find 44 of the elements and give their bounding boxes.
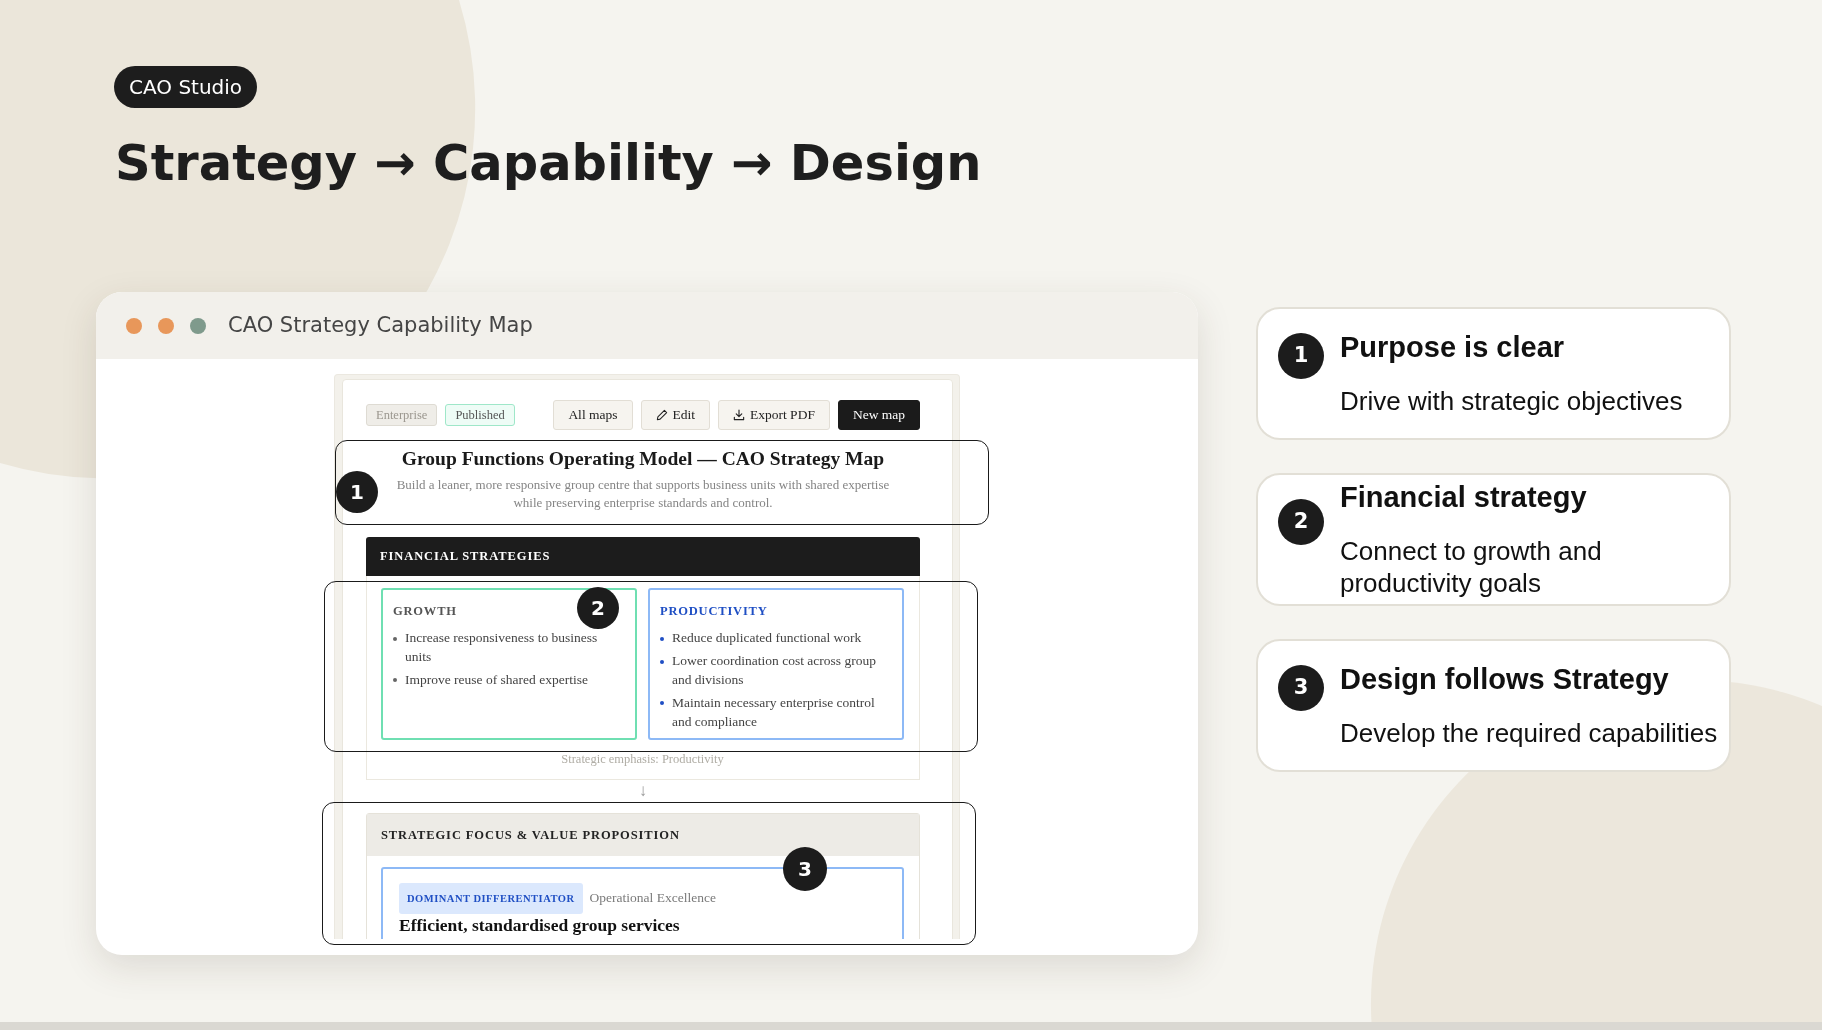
discipline-label: Operational Excellence — [589, 889, 716, 908]
step-number: 3 — [1278, 665, 1324, 711]
strategy-title: GROWTH — [393, 603, 457, 620]
step-number: 1 — [1278, 333, 1324, 379]
proposition-title: Efficient, standardised group services — [399, 916, 680, 935]
window-control-icon[interactable] — [126, 317, 142, 334]
emphasis-caption: Strategic emphasis: Productivity — [561, 751, 724, 768]
export-button[interactable]: Export PDF — [718, 400, 830, 430]
new-map-button[interactable]: New map — [837, 400, 920, 430]
objective-text: Lower coordination cost across group and divisions — [672, 652, 877, 689]
objective-text: Increase responsiveness to business units — [405, 629, 599, 666]
bullet-icon — [660, 701, 664, 706]
objective-text: Reduce duplicated functional work — [672, 629, 862, 647]
section-header: STRATEGIC FOCUS & VALUE PROPOSITION — [367, 814, 919, 856]
callout-title: Financial strategy — [1340, 480, 1587, 514]
bullet-icon — [660, 659, 664, 664]
edit-button[interactable]: Edit — [640, 400, 710, 430]
callout-text: Drive with strategic objectives — [1340, 385, 1683, 417]
page-title: Strategy → Capability → Design — [115, 134, 982, 193]
window-control-icon[interactable] — [190, 317, 206, 334]
window-title: CAO Strategy Capability Map — [228, 311, 533, 339]
objective-text: Maintain necessary enterprise control and compliance — [672, 693, 876, 731]
all-maps-button[interactable]: All maps — [553, 400, 633, 430]
brand-tag: CAO Studio — [114, 66, 258, 108]
document-title: Group Functions Operating Model — CAO Strategy Map — [401, 447, 885, 471]
section-header: FINANCIAL STRATEGIES — [366, 537, 920, 576]
document-description: Build a leaner, more responsive group centre that supports business units with shared expertise while preserving enterprise standards and control. — [395, 476, 891, 512]
status-tag: Published — [445, 404, 515, 426]
callout-title: Design follows Strategy — [1340, 662, 1669, 696]
callout-title: Purpose is clear — [1340, 330, 1565, 364]
differentiator-tag: DOMINANT DIFFERENTIATOR — [399, 883, 583, 914]
bullet-icon — [660, 636, 664, 641]
down-arrow-icon: ↓ — [638, 784, 648, 798]
download-icon — [733, 409, 745, 421]
bullet-icon — [393, 636, 397, 641]
category-tag: Enterprise — [366, 404, 438, 426]
strategy-title: PRODUCTIVITY — [660, 603, 768, 620]
step-number: 2 — [1278, 499, 1324, 545]
bullet-icon — [393, 678, 397, 683]
objective-text: Improve reuse of shared expertise — [405, 670, 588, 689]
callout-text: Connect to growth and productivity goals — [1340, 535, 1603, 599]
window-control-icon[interactable] — [158, 317, 174, 334]
pencil-icon — [655, 409, 668, 421]
callout-text: Develop the required capabilities — [1340, 717, 1718, 749]
